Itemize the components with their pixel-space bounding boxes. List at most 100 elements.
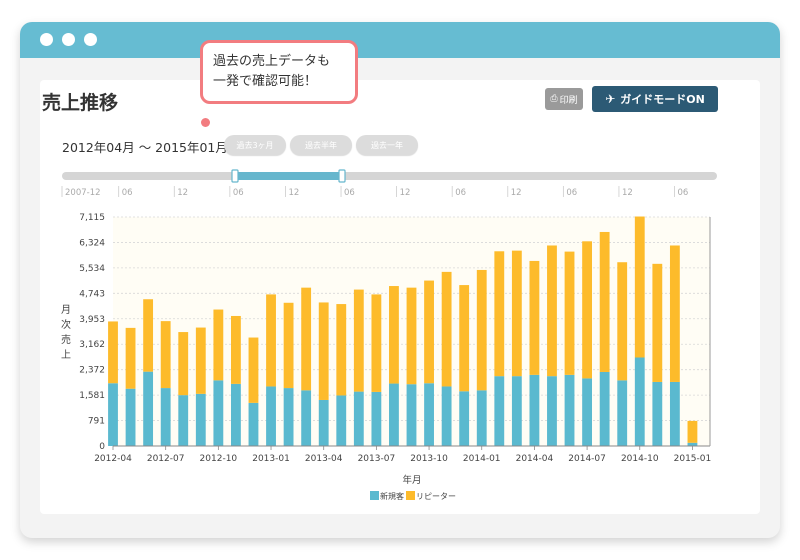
bar-repeater — [669, 245, 680, 382]
x-tick-label: 2012-10 — [200, 454, 238, 464]
bar-new-customer — [353, 391, 364, 446]
bar-repeater — [582, 241, 593, 379]
bar-new-customer — [406, 384, 417, 446]
bar-repeater — [213, 309, 224, 381]
bar-repeater — [564, 251, 575, 375]
bar-repeater — [529, 260, 540, 375]
y-tick-label: 0 — [99, 442, 105, 452]
bar-new-customer — [634, 357, 645, 446]
bar-new-customer — [371, 391, 382, 446]
navigator-selection[interactable] — [235, 172, 342, 180]
y-tick-label: 791 — [88, 417, 105, 427]
x-tick-label: 2013-01 — [252, 454, 290, 464]
navigator-label: 2007-12 — [65, 188, 101, 198]
navigator-label: 06 — [566, 188, 577, 198]
navigator-label: 06 — [122, 188, 133, 198]
bar-new-customer — [511, 376, 522, 446]
y-axis-ticks: 0 791 1,581 2,372 3,162 3,953 4,743 5,534 6,324 7… — [79, 213, 105, 452]
navigator-label: 06 — [678, 188, 689, 198]
y-tick-label: 5,534 — [79, 264, 105, 274]
bar-repeater — [336, 304, 347, 396]
bar-new-customer — [494, 376, 505, 446]
bar-repeater — [125, 327, 136, 389]
bar-repeater — [476, 269, 487, 391]
bar-repeater — [441, 271, 452, 387]
bar-repeater — [634, 216, 645, 358]
bar-new-customer — [336, 395, 347, 446]
x-axis-ticks: 2012-04 2012-07 2012-10 2013-01 2013-04 2013-… — [94, 446, 711, 464]
bar-new-customer — [125, 388, 136, 446]
bar-repeater — [617, 262, 628, 381]
bar-repeater — [547, 245, 557, 377]
bar-new-customer — [160, 388, 171, 446]
bar-repeater — [687, 420, 698, 443]
navigator-handle-left[interactable] — [231, 169, 239, 183]
navigator-label: 12 — [622, 188, 633, 198]
navigator-label: 06 — [455, 188, 466, 198]
bar-new-customer — [318, 399, 329, 446]
bar-repeater — [371, 294, 382, 392]
bar-repeater — [389, 286, 399, 384]
bar-new-customer — [213, 380, 224, 446]
y-tick-label: 3,162 — [79, 340, 105, 350]
bar-new-customer — [389, 383, 399, 446]
sales-chart: 2007-12 06 12 06 12 06 12 06 12 06 12 06 0 791 1,581 2… — [61, 169, 717, 501]
x-tick-label: 2013-10 — [410, 454, 448, 464]
bar-new-customer — [230, 383, 241, 446]
bar-new-customer — [143, 371, 154, 446]
legend-swatch-new — [370, 491, 379, 500]
x-tick-label: 2013-07 — [358, 454, 396, 464]
bar-new-customer — [564, 374, 575, 446]
bar-new-customer — [266, 386, 276, 446]
y-tick-label: 3,953 — [79, 315, 105, 325]
x-tick-label: 2014-07 — [568, 454, 606, 464]
navigator-track[interactable] — [62, 172, 717, 180]
bar-repeater — [353, 289, 364, 392]
bar-repeater — [318, 302, 329, 400]
bar-new-customer — [529, 374, 540, 446]
navigator-label: 06 — [344, 188, 355, 198]
bar-new-customer — [178, 395, 189, 446]
navigator-label: 12 — [511, 188, 522, 198]
x-tick-label: 2012-07 — [147, 454, 185, 464]
legend-label-new: 新規客 — [380, 491, 404, 501]
bar-repeater — [283, 302, 294, 389]
x-tick-label: 2014-10 — [621, 454, 659, 464]
legend-label-repeater: リピーター — [416, 492, 456, 501]
y-tick-label: 2,372 — [79, 366, 105, 376]
navigator-label: 12 — [288, 188, 299, 198]
x-tick-label: 2015-01 — [674, 454, 712, 464]
bar-new-customer — [476, 390, 487, 446]
bar-repeater — [160, 321, 171, 389]
navigator-label: 06 — [233, 188, 244, 198]
navigator-label: 12 — [400, 188, 411, 198]
y-tick-label: 6,324 — [79, 238, 105, 248]
navigator-label: 12 — [177, 188, 188, 198]
bar-new-customer — [617, 380, 628, 446]
legend-swatch-repeater — [406, 491, 415, 500]
y-axis-label-char: 月 — [61, 304, 71, 316]
bar-repeater — [511, 250, 522, 377]
bar-new-customer — [652, 381, 663, 446]
navigator-handle-right[interactable] — [338, 169, 346, 183]
y-axis-label-char: 売 — [61, 333, 71, 346]
x-tick-label: 2012-04 — [94, 454, 132, 464]
bar-repeater — [652, 263, 663, 382]
y-axis-label-char: 上 — [61, 349, 71, 361]
x-axis-label: 年月 — [402, 474, 421, 486]
bar-new-customer — [195, 393, 206, 446]
bar-new-customer — [547, 376, 557, 446]
bar-repeater — [459, 285, 470, 392]
bar-repeater — [230, 315, 241, 384]
y-tick-label: 1,581 — [79, 391, 105, 401]
bar-new-customer — [599, 371, 610, 446]
bar-repeater — [424, 280, 434, 384]
bar-repeater — [301, 287, 312, 391]
navigator-labels: 2007-12 06 12 06 12 06 12 06 12 06 12 06 — [61, 186, 689, 198]
y-tick-label: 4,743 — [79, 289, 105, 299]
bar-repeater — [143, 299, 154, 372]
bar-repeater — [494, 251, 505, 377]
bar-repeater — [108, 321, 118, 384]
y-tick-label: 7,115 — [79, 213, 105, 223]
bar-repeater — [248, 337, 259, 403]
